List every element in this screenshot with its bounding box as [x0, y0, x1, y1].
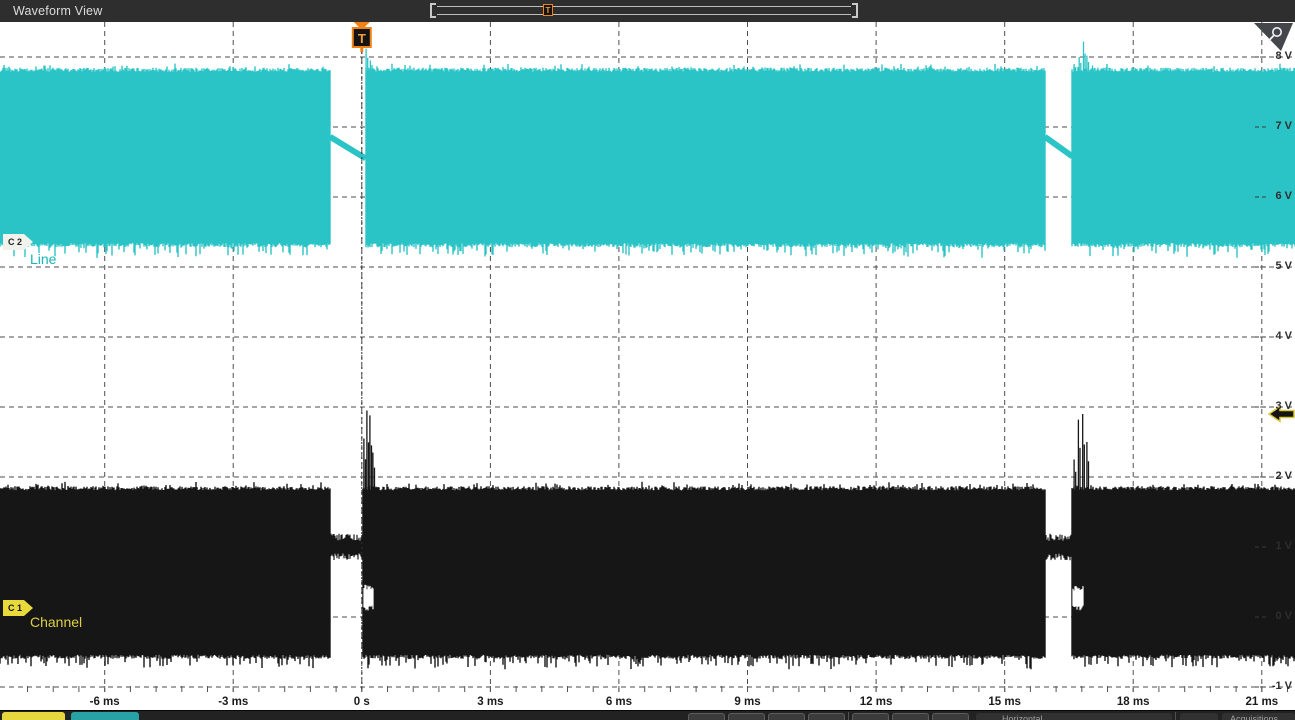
window-titlebar[interactable]: Waveform View T — [0, 0, 1295, 22]
trace-c2[interactable] — [0, 42, 1295, 258]
channel1-level-arrow[interactable] — [1269, 407, 1294, 422]
scrollbar-right-bracket[interactable] — [852, 3, 858, 18]
scrollbar-trigger-thumb[interactable]: T — [543, 4, 553, 16]
window-title: Waveform View — [13, 4, 102, 18]
zoom-corner-button[interactable] — [1254, 23, 1293, 51]
channel1-name-label: Channel — [30, 614, 82, 630]
scrollbar-left-bracket[interactable] — [430, 3, 436, 18]
trace-c1[interactable] — [0, 411, 1295, 670]
oscilloscope-screen: { "titlebar": { "title": "Waveform View"… — [0, 0, 1295, 719]
waveform-plot-area[interactable]: T — [0, 0, 1295, 719]
horizontal-pan-scrollbar[interactable]: T — [430, 3, 858, 18]
waveform-view-window: { "titlebar": { "title": "Waveform View"… — [0, 0, 1295, 719]
svg-text:T: T — [358, 31, 366, 46]
channel2-name-label: Line — [30, 251, 56, 267]
scrollbar-track-line — [437, 14, 851, 15]
scrollbar-track-line — [437, 6, 851, 7]
